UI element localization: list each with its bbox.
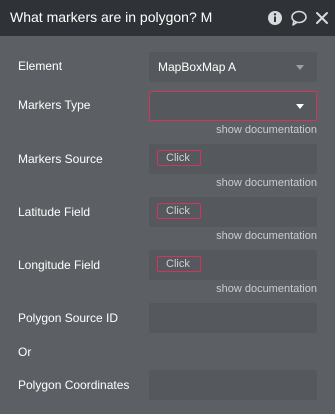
chevron-down-icon (296, 65, 304, 70)
markers-type-label: Markers Type (18, 98, 91, 112)
comment-icon[interactable] (290, 9, 308, 27)
polygon-coordinates-input[interactable] (149, 370, 317, 400)
latitude-field-doc-link[interactable]: show documentation (216, 230, 317, 242)
markers-source-doc-link[interactable]: show documentation (216, 177, 317, 189)
polygon-coordinates-label: Polygon Coordinates (18, 378, 130, 392)
latitude-field: Click (149, 197, 317, 227)
latitude-field-click-button[interactable]: Click (157, 203, 201, 219)
close-icon[interactable] (313, 9, 331, 27)
longitude-field: Click (149, 250, 317, 280)
element-value: MapBoxMap A (158, 60, 237, 74)
chevron-down-icon (296, 104, 304, 109)
markers-source-label: Markers Source (18, 152, 103, 166)
longitude-field-label: Longitude Field (18, 258, 101, 272)
markers-type-doc-link[interactable]: show documentation (216, 124, 317, 136)
longitude-field-doc-link[interactable]: show documentation (216, 283, 317, 295)
element-dropdown[interactable]: MapBoxMap A (149, 52, 317, 82)
info-icon[interactable] (266, 9, 284, 27)
element-label: Element (18, 59, 63, 73)
markers-source-field: Click (149, 144, 317, 174)
markers-source-click-button[interactable]: Click (157, 150, 201, 166)
panel-header: What markers are in polygon? M (0, 0, 335, 36)
polygon-source-id-input[interactable] (149, 303, 317, 333)
property-editor-panel: What markers are in polygon? M Element M… (0, 0, 335, 414)
latitude-field-label: Latitude Field (18, 205, 91, 219)
longitude-field-click-button[interactable]: Click (157, 256, 201, 272)
markers-type-dropdown[interactable] (149, 91, 317, 121)
polygon-source-id-label: Polygon Source ID (18, 311, 119, 325)
or-separator: Or (18, 345, 32, 359)
panel-title: What markers are in polygon? M (10, 9, 213, 25)
